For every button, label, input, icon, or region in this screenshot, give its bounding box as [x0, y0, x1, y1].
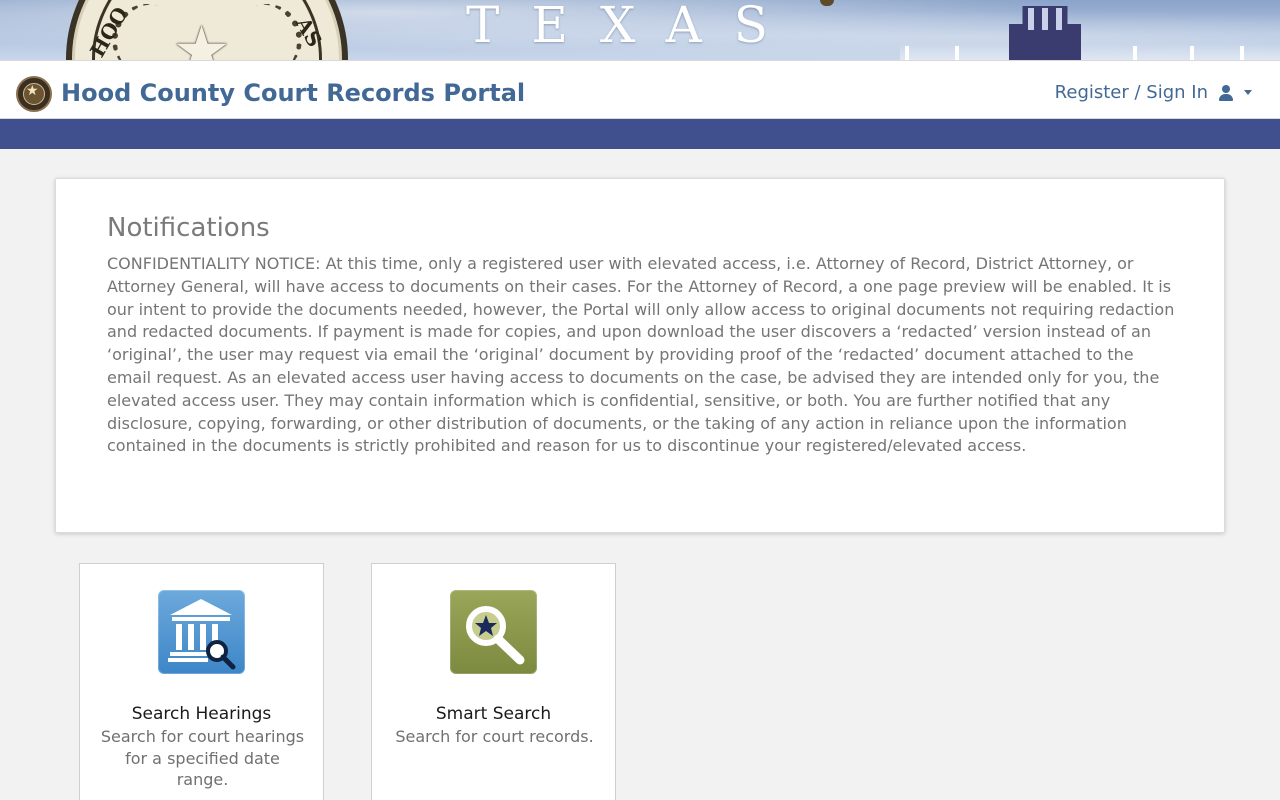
county-seal-logo-icon[interactable]: ★ [16, 76, 52, 112]
caret-down-icon [1244, 90, 1252, 95]
banner-state-title: TEXAS [466, 0, 801, 54]
card-title: Search Hearings [131, 704, 272, 724]
top-navbar: ★ Hood County Court Records Portal Regis… [0, 60, 1280, 119]
confidentiality-notice-text: CONFIDENTIALITY NOTICE: At this time, on… [107, 254, 1175, 456]
search-hearings-card[interactable]: Search Hearings Search for court hearing… [79, 563, 324, 800]
user-icon [1218, 84, 1234, 102]
seal-star-icon: ★ [172, 12, 232, 60]
smart-search-card[interactable]: Smart Search Search for court records. [371, 563, 616, 800]
card-description: Search for court hearings for a specifie… [100, 727, 305, 789]
card-description: Search for court records. [395, 727, 594, 746]
rooftop-spire [955, 46, 959, 60]
header-banner: HOO AS ★ TEXAS [0, 0, 1280, 60]
magnifier-star-icon [450, 590, 537, 674]
nav-stripe [0, 119, 1280, 149]
courthouse-search-icon [158, 590, 245, 674]
signin-label: Register / Sign In [1054, 82, 1208, 103]
card-title: Smart Search [435, 704, 552, 724]
rooftop-spire [1133, 46, 1137, 60]
register-signin-dropdown[interactable]: Register / Sign In [1055, 82, 1252, 103]
rooftop-spire [905, 46, 909, 60]
notifications-heading: Notifications [107, 213, 270, 243]
rooftop-spire [1190, 46, 1194, 60]
seal-logo-star-icon: ★ [26, 83, 39, 99]
portal-brand-link[interactable]: Hood County Court Records Portal [61, 79, 525, 107]
notifications-panel: Notifications CONFIDENTIALITY NOTICE: At… [55, 178, 1225, 533]
courthouse-windows [1028, 8, 1034, 30]
rooftop-spire [1240, 46, 1244, 60]
county-seal-image: HOO AS ★ [66, 0, 348, 60]
